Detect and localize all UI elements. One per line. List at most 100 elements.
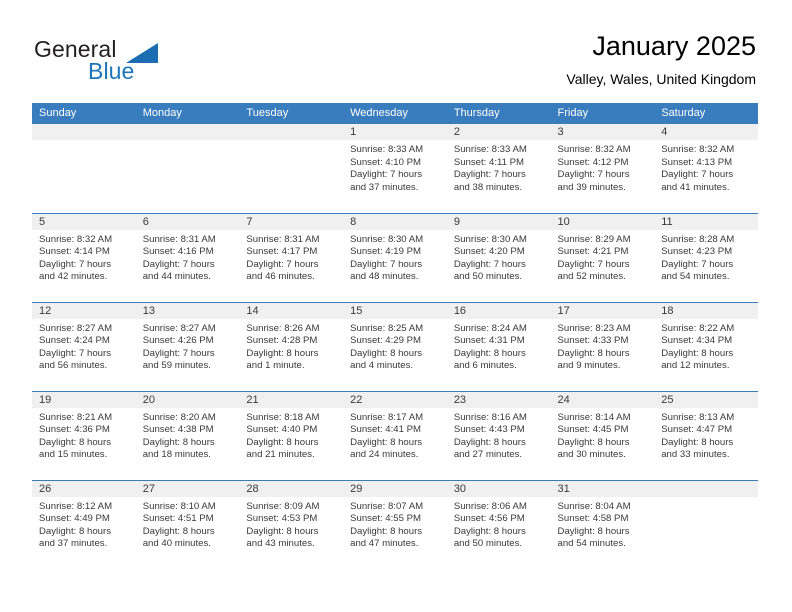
day-number: 16 bbox=[446, 302, 551, 319]
day-cell[interactable]: 19 Sunrise: 8:21 AM Sunset: 4:36 PM Dayligh… bbox=[32, 390, 136, 480]
day-cell[interactable]: 13 Sunrise: 8:27 AM Sunset: 4:26 PM Dayligh… bbox=[135, 301, 240, 391]
day-number: 19 bbox=[32, 391, 136, 408]
sunset-text: Sunset: 4:53 PM bbox=[246, 513, 318, 525]
day-cell[interactable]: 11 Sunrise: 8:28 AM Sunset: 4:23 PM Dayligh… bbox=[654, 212, 758, 302]
day-cell[interactable]: 4 Sunrise: 8:32 AM Sunset: 4:13 PM Daylight… bbox=[654, 124, 758, 213]
sunset-text: Sunset: 4:38 PM bbox=[142, 424, 214, 436]
day-cell[interactable]: 15 Sunrise: 8:25 AM Sunset: 4:29 PM Dayligh… bbox=[343, 301, 447, 391]
day-cell[interactable]: 23 Sunrise: 8:16 AM Sunset: 4:43 PM Dayligh… bbox=[446, 390, 551, 480]
day-cell[interactable]: 18 Sunrise: 8:22 AM Sunset: 4:34 PM Dayligh… bbox=[654, 301, 758, 391]
daylight-text-line2: and 56 minutes. bbox=[39, 360, 108, 372]
day-cell[interactable]: 1 Sunrise: 8:33 AM Sunset: 4:10 PM Daylight… bbox=[343, 124, 447, 213]
sunset-text: Sunset: 4:21 PM bbox=[557, 246, 629, 258]
daylight-text-line2: and 44 minutes. bbox=[142, 271, 211, 283]
day-number: 21 bbox=[239, 391, 344, 408]
day-number: 7 bbox=[239, 213, 344, 230]
sunset-text: Sunset: 4:31 PM bbox=[453, 335, 525, 347]
sunset-text: Sunset: 4:51 PM bbox=[142, 513, 214, 525]
day-cell[interactable]: 31 Sunrise: 8:04 AM Sunset: 4:58 PM Dayligh… bbox=[550, 479, 655, 569]
day-cell[interactable]: 28 Sunrise: 8:09 AM Sunset: 4:53 PM Dayligh… bbox=[239, 479, 344, 569]
sunrise-text: Sunrise: 8:32 AM bbox=[661, 144, 735, 155]
day-number: 20 bbox=[135, 391, 240, 408]
day-cell[interactable]: 26 Sunrise: 8:12 AM Sunset: 4:49 PM Dayligh… bbox=[32, 479, 136, 569]
day-details: Sunrise: 8:09 AM Sunset: 4:53 PM Daylight:… bbox=[239, 497, 343, 551]
day-number: 28 bbox=[239, 480, 344, 497]
day-cell[interactable]: 30 Sunrise: 8:06 AM Sunset: 4:56 PM Dayligh… bbox=[446, 479, 551, 569]
sunset-text: Sunset: 4:33 PM bbox=[557, 335, 629, 347]
sunrise-text: Sunrise: 8:32 AM bbox=[557, 144, 631, 155]
daylight-text-line2: and 41 minutes. bbox=[661, 181, 730, 193]
day-cell[interactable]: 8 Sunrise: 8:30 AM Sunset: 4:19 PM Daylight… bbox=[343, 212, 447, 302]
day-cell-content: 17 Sunrise: 8:23 AM Sunset: 4:33 PM Dayligh… bbox=[550, 302, 655, 391]
sunset-text: Sunset: 4:19 PM bbox=[350, 246, 422, 258]
day-number: 13 bbox=[135, 302, 240, 319]
sunrise-text: Sunrise: 8:32 AM bbox=[39, 233, 113, 245]
day-number: 22 bbox=[343, 391, 447, 408]
day-cell[interactable]: 14 Sunrise: 8:26 AM Sunset: 4:28 PM Dayligh… bbox=[239, 301, 344, 391]
day-cell[interactable]: 12 Sunrise: 8:27 AM Sunset: 4:24 PM Dayligh… bbox=[32, 301, 136, 391]
day-cell[interactable]: 2 Sunrise: 8:33 AM Sunset: 4:11 PM Daylight… bbox=[446, 124, 551, 213]
daylight-text-line2: and 59 minutes. bbox=[142, 360, 211, 372]
daylight-text-line2: and 50 minutes. bbox=[453, 271, 523, 283]
day-number bbox=[654, 480, 758, 497]
day-cell[interactable]: 17 Sunrise: 8:23 AM Sunset: 4:33 PM Dayligh… bbox=[550, 301, 655, 391]
daylight-text-line1: Daylight: 8 hours bbox=[557, 436, 630, 448]
sunrise-text: Sunrise: 8:10 AM bbox=[142, 500, 216, 512]
sunset-text: Sunset: 4:13 PM bbox=[661, 156, 733, 168]
daylight-text-line1: Daylight: 8 hours bbox=[39, 436, 111, 448]
day-cell[interactable]: 9 Sunrise: 8:30 AM Sunset: 4:20 PM Daylight… bbox=[446, 212, 551, 302]
day-cell[interactable]: 6 Sunrise: 8:31 AM Sunset: 4:16 PM Daylight… bbox=[135, 212, 240, 302]
daylight-text-line2: and 47 minutes. bbox=[350, 538, 419, 550]
sunrise-text: Sunrise: 8:28 AM bbox=[661, 233, 735, 245]
day-number: 11 bbox=[654, 213, 758, 230]
day-cell[interactable]: 22 Sunrise: 8:17 AM Sunset: 4:41 PM Dayligh… bbox=[343, 390, 447, 480]
day-cell[interactable]: 24 Sunrise: 8:14 AM Sunset: 4:45 PM Dayligh… bbox=[550, 390, 655, 480]
day-details: Sunrise: 8:07 AM Sunset: 4:55 PM Daylight:… bbox=[343, 497, 447, 551]
sunrise-text: Sunrise: 8:30 AM bbox=[453, 233, 527, 245]
sunrise-text: Sunrise: 8:07 AM bbox=[350, 500, 424, 512]
daylight-text-line2: and 1 minute. bbox=[246, 360, 305, 372]
day-cell-content: 19 Sunrise: 8:21 AM Sunset: 4:36 PM Dayligh… bbox=[32, 391, 136, 480]
day-number bbox=[135, 124, 240, 140]
day-cell[interactable]: 27 Sunrise: 8:10 AM Sunset: 4:51 PM Dayligh… bbox=[135, 479, 240, 569]
day-details: Sunrise: 8:27 AM Sunset: 4:24 PM Daylight:… bbox=[32, 319, 136, 373]
column-header-monday: Monday bbox=[135, 103, 240, 124]
day-cell-content: 4 Sunrise: 8:32 AM Sunset: 4:13 PM Daylight… bbox=[654, 124, 758, 212]
daylight-text-line2: and 39 minutes. bbox=[557, 181, 626, 193]
day-cell-content: 18 Sunrise: 8:22 AM Sunset: 4:34 PM Dayligh… bbox=[654, 302, 758, 391]
day-cell[interactable]: 10 Sunrise: 8:29 AM Sunset: 4:21 PM Dayligh… bbox=[550, 212, 655, 302]
daylight-text-line1: Daylight: 7 hours bbox=[453, 169, 526, 181]
sunset-text: Sunset: 4:41 PM bbox=[350, 424, 422, 436]
day-cell[interactable]: 20 Sunrise: 8:20 AM Sunset: 4:38 PM Dayligh… bbox=[135, 390, 240, 480]
sunset-text: Sunset: 4:56 PM bbox=[453, 513, 525, 525]
week-row: 5 Sunrise: 8:32 AM Sunset: 4:14 PM Daylight… bbox=[32, 212, 758, 302]
column-header-sunday: Sunday bbox=[32, 103, 136, 124]
day-details: Sunrise: 8:16 AM Sunset: 4:43 PM Daylight:… bbox=[447, 408, 551, 462]
daylight-text-line1: Daylight: 7 hours bbox=[557, 258, 630, 270]
day-cell-content: 16 Sunrise: 8:24 AM Sunset: 4:31 PM Dayligh… bbox=[446, 302, 551, 391]
day-cell[interactable]: 25 Sunrise: 8:13 AM Sunset: 4:47 PM Dayligh… bbox=[654, 390, 758, 480]
daylight-text-line1: Daylight: 8 hours bbox=[557, 347, 630, 359]
daylight-text-line1: Daylight: 8 hours bbox=[350, 436, 423, 448]
day-details: Sunrise: 8:24 AM Sunset: 4:31 PM Daylight:… bbox=[447, 319, 551, 373]
day-cell[interactable]: 5 Sunrise: 8:32 AM Sunset: 4:14 PM Daylight… bbox=[32, 212, 136, 302]
day-cell-content: 30 Sunrise: 8:06 AM Sunset: 4:56 PM Dayligh… bbox=[446, 480, 551, 569]
day-details: Sunrise: 8:30 AM Sunset: 4:20 PM Daylight:… bbox=[447, 230, 551, 284]
sunset-text: Sunset: 4:45 PM bbox=[557, 424, 629, 436]
column-header-thursday: Thursday bbox=[446, 103, 551, 124]
daylight-text-line2: and 43 minutes. bbox=[246, 538, 315, 550]
day-details: Sunrise: 8:23 AM Sunset: 4:33 PM Daylight:… bbox=[551, 319, 655, 373]
sunrise-text: Sunrise: 8:25 AM bbox=[350, 322, 424, 334]
day-cell[interactable]: 16 Sunrise: 8:24 AM Sunset: 4:31 PM Dayligh… bbox=[446, 301, 551, 391]
brand-logo[interactable]: General Blue bbox=[34, 36, 254, 86]
daylight-text-line1: Daylight: 8 hours bbox=[39, 525, 111, 537]
day-cell[interactable]: 29 Sunrise: 8:07 AM Sunset: 4:55 PM Dayligh… bbox=[343, 479, 447, 569]
day-number: 8 bbox=[343, 213, 447, 230]
day-details: Sunrise: 8:18 AM Sunset: 4:40 PM Daylight:… bbox=[239, 408, 343, 462]
day-cell[interactable]: 21 Sunrise: 8:18 AM Sunset: 4:40 PM Dayligh… bbox=[239, 390, 344, 480]
day-cell[interactable]: 3 Sunrise: 8:32 AM Sunset: 4:12 PM Daylight… bbox=[550, 124, 655, 213]
day-cell-content: 29 Sunrise: 8:07 AM Sunset: 4:55 PM Dayligh… bbox=[343, 480, 447, 569]
daylight-text-line1: Daylight: 8 hours bbox=[453, 525, 526, 537]
sunrise-text: Sunrise: 8:16 AM bbox=[453, 411, 527, 423]
day-cell[interactable]: 7 Sunrise: 8:31 AM Sunset: 4:17 PM Daylight… bbox=[239, 212, 344, 302]
